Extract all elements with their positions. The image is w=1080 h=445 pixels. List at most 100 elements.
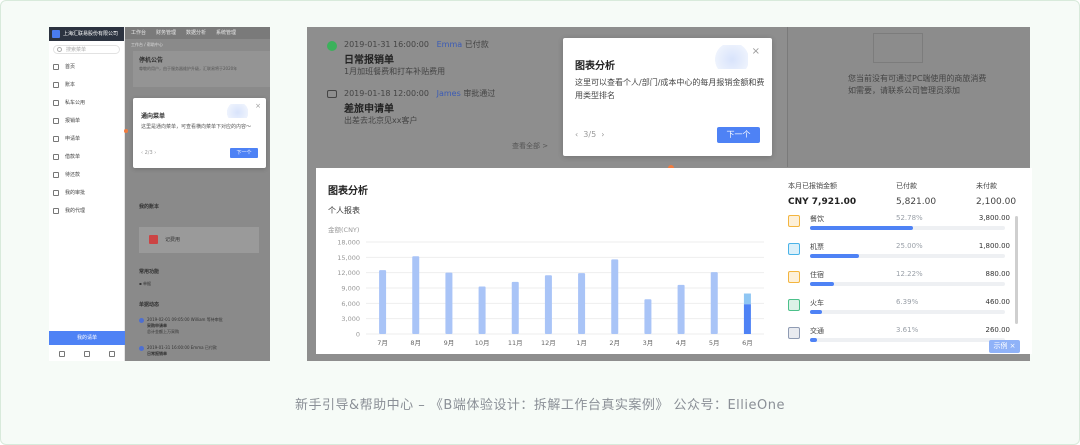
sidebar-item-repayment[interactable]: 待还款: [49, 166, 124, 184]
repayment-icon: [53, 172, 59, 178]
left-screenshot: 上海汇联易股份有限公司 搜索菜单 首页 账本 私车公用 报销单 申请单 借款单 …: [49, 27, 270, 361]
category-name: 餐饮: [810, 215, 824, 223]
menu-search-input[interactable]: 搜索菜单: [53, 45, 120, 54]
bar: [511, 281, 519, 334]
feed-user: James: [436, 89, 461, 98]
category-name: 火车: [810, 299, 824, 307]
sidebar-item-loan[interactable]: 借款单: [49, 148, 124, 166]
next-button[interactable]: 下一个: [717, 127, 760, 143]
bar-paid: [743, 304, 751, 334]
feed-title: 差旅申请单: [344, 104, 394, 115]
sidebar-item-label: 我的代理: [65, 208, 86, 214]
ledger-section-title: 我的账本: [139, 204, 160, 210]
panel-title: 图表分析: [328, 186, 368, 197]
plane-icon: [788, 243, 800, 255]
category-percent: 6.39%: [896, 298, 919, 306]
sidebar-item-private-car[interactable]: 私车公用: [49, 94, 124, 112]
bar: [478, 286, 486, 334]
feed-title: 日常报销单: [147, 351, 167, 356]
common-section-title: 常用功能: [139, 269, 160, 275]
category-amount: 260.00: [985, 326, 1011, 334]
tab-analytics[interactable]: 数据分析: [186, 27, 206, 39]
y-tick-label: 3,000: [341, 315, 360, 323]
sidebar-item-approval[interactable]: 我的审批: [49, 184, 124, 202]
chart-analysis-panel: 图表分析 个人报表 金额(CNY) 0 3,000 6,000 9,000 12,000 1…: [316, 168, 1032, 354]
feed-time: 2019-01-31 16:00:00: [147, 345, 190, 350]
tab-system[interactable]: 系统管理: [216, 27, 236, 39]
category-name: 交通: [810, 327, 824, 335]
proxy-icon: [53, 208, 59, 214]
tooltip-text: 这里可以查看个人/部门/成本中心的每月报销金额和费用类型排名: [575, 78, 765, 100]
y-tick-label: 12,000: [337, 269, 360, 277]
common-item[interactable]: ▪ 单据: [139, 281, 151, 287]
y-tick-label: 9,000: [341, 285, 360, 293]
feed-status: 等待审批: [206, 317, 223, 322]
demo-badge[interactable]: 示例 ×: [989, 340, 1020, 353]
x-tick-label: 9月: [444, 339, 455, 347]
tooltip-title: 图表分析: [575, 61, 615, 72]
category-bar-fill: [810, 338, 818, 342]
sidebar-item-home[interactable]: 首页: [49, 58, 124, 76]
next-button[interactable]: 下一个: [230, 148, 258, 158]
close-icon[interactable]: ×: [752, 46, 760, 57]
category-row: 机票 25.00% 1,800.00: [788, 239, 1018, 267]
feed-status: 已付款: [464, 40, 489, 49]
sidebar-item-expense-report[interactable]: 报销单: [49, 112, 124, 130]
sidebar-item-application[interactable]: 申请单: [49, 130, 124, 148]
category-row: 住宿 12.22% 880.00: [788, 267, 1018, 295]
company-brand: 上海汇联易股份有限公司: [49, 27, 124, 41]
logout-icon[interactable]: [109, 351, 116, 357]
bar: [710, 272, 718, 334]
guide-beacon-dot: [124, 129, 128, 133]
category-percent: 3.61%: [896, 326, 919, 334]
category-bar-track: [810, 254, 1005, 258]
sidebar-nav: 首页 账本 私车公用 报销单 申请单 借款单 待还款 我的审批 我的代理: [49, 58, 124, 220]
next-icon[interactable]: ›: [154, 150, 156, 156]
feed-item[interactable]: 2019-02-01 09:05:00 William 等待审批 采购申请单 总…: [139, 317, 223, 335]
hotel-icon: [788, 271, 800, 283]
bg-travel-panel: 您当前没有可通过PC端使用的商旅消费 如需要，请联系公司管理员添加: [787, 27, 1030, 167]
tab-finance[interactable]: 财务管理: [156, 27, 176, 39]
notice-text: 尊敬的用户，由于服务器维护升级，汇联易将于2020年: [139, 66, 238, 71]
category-name: 机票: [810, 243, 824, 251]
bar: [611, 259, 619, 334]
stat-label-total: 本月已报销金额: [788, 182, 837, 190]
notice-title: 停机公告: [139, 57, 164, 64]
scrollbar[interactable]: [1015, 216, 1018, 324]
sidebar-item-label: 申请单: [65, 136, 81, 142]
category-bar-fill: [810, 310, 823, 314]
category-row: 餐饮 52.78% 3,800.00: [788, 211, 1018, 239]
sidebar-item-label: 私车公用: [65, 100, 86, 106]
settings-icon[interactable]: [58, 351, 65, 357]
feed-user: William: [190, 317, 206, 322]
search-icon: [57, 47, 62, 52]
dynamic-section-title: 单据动态: [139, 302, 160, 308]
prev-icon[interactable]: ‹: [141, 150, 143, 156]
tab-workbench[interactable]: 工作台: [131, 27, 146, 39]
prev-icon[interactable]: ‹: [575, 130, 578, 139]
feed-title: 日常报销单: [344, 55, 394, 66]
sidebar-item-proxy[interactable]: 我的代理: [49, 202, 124, 220]
bar: [578, 273, 586, 334]
sidebar: 上海汇联易股份有限公司 搜索菜单 首页 账本 私车公用 报销单 申请单 借款单 …: [49, 27, 125, 361]
category-percent: 12.22%: [896, 270, 923, 278]
x-tick-label: 1月: [576, 339, 587, 347]
monthly-expense-bar-chart: 金额(CNY) 0 3,000 6,000 9,000 12,000 15,000 18,00…: [328, 225, 764, 347]
feed-sub: 1月加班餐费和打车补贴费用: [344, 67, 446, 76]
view-all-link[interactable]: 查看全部 >: [512, 141, 548, 151]
y-axis-label: 金额(CNY): [328, 225, 359, 234]
feed-status: 已付款: [204, 345, 217, 350]
x-tick-label: 10月: [475, 339, 490, 347]
feed-user: Emma: [436, 40, 463, 49]
help-icon[interactable]: [83, 351, 90, 357]
my-documents-button[interactable]: 我的请单: [49, 331, 125, 345]
monitor-illustration-icon: [873, 33, 923, 63]
next-icon[interactable]: ›: [601, 130, 604, 139]
close-icon[interactable]: ×: [255, 102, 261, 110]
bar: [544, 275, 552, 334]
tooltip-page: 3/5: [583, 130, 597, 139]
record-expense-card[interactable]: 记费用: [139, 227, 259, 253]
feed-item[interactable]: 2019-01-31 16:00:00 Emma 已付款 日常报销单: [139, 345, 217, 357]
sidebar-item-ledger[interactable]: 账本: [49, 76, 124, 94]
company-name: 上海汇联易股份有限公司: [63, 31, 119, 37]
